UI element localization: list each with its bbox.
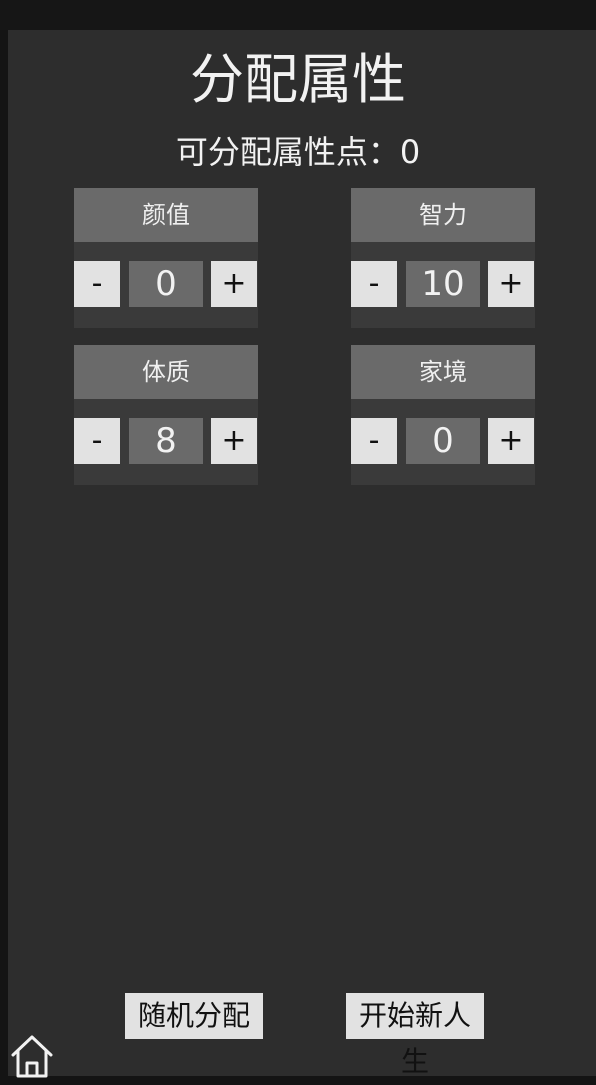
available-points: 可分配属性点：0 <box>0 131 596 173</box>
increase-button[interactable]: + <box>211 261 257 307</box>
decrease-button[interactable]: - <box>351 261 397 307</box>
available-points-label: 可分配属性点： <box>175 133 400 171</box>
attribute-card-intelligence: 智力 - 10 + <box>351 188 535 328</box>
attribute-card-family: 家境 - 0 + <box>351 345 535 485</box>
attribute-label: 颜值 <box>74 188 258 242</box>
attribute-value: 10 <box>406 261 480 307</box>
random-allocate-button[interactable]: 随机分配 <box>125 993 263 1039</box>
attribute-card-constitution: 体质 - 8 + <box>74 345 258 485</box>
attribute-label: 体质 <box>74 345 258 399</box>
decrease-button[interactable]: - <box>74 261 120 307</box>
available-points-value: 0 <box>399 133 421 171</box>
start-new-life-button[interactable]: 开始新人生 <box>346 993 484 1078</box>
window-top-bar <box>0 0 596 30</box>
decrease-button[interactable]: - <box>74 418 120 464</box>
increase-button[interactable]: + <box>488 261 534 307</box>
increase-button[interactable]: + <box>211 418 257 464</box>
app-screen <box>8 30 596 1076</box>
page-title: 分配属性 <box>190 48 406 111</box>
attribute-value: 8 <box>129 418 203 464</box>
increase-button[interactable]: + <box>488 418 534 464</box>
attribute-label: 家境 <box>351 345 535 399</box>
attribute-value: 0 <box>129 261 203 307</box>
attribute-value: 0 <box>406 418 480 464</box>
home-icon[interactable] <box>8 1032 56 1078</box>
attribute-card-appearance: 颜值 - 0 + <box>74 188 258 328</box>
attribute-label: 智力 <box>351 188 535 242</box>
decrease-button[interactable]: - <box>351 418 397 464</box>
